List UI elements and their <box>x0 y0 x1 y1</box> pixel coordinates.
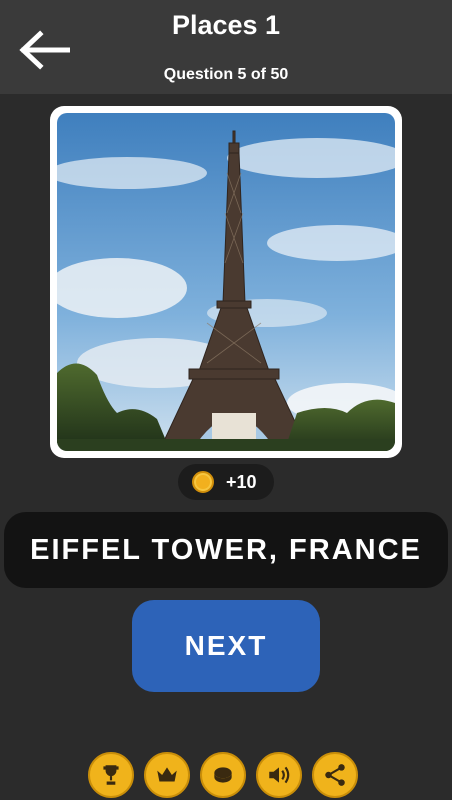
coin-icon <box>214 767 232 783</box>
top-bar: Places 1 Question 5 of 50 <box>0 0 452 94</box>
bottom-toolbar <box>88 752 358 798</box>
sound-icon <box>269 766 290 784</box>
coins-button[interactable] <box>200 752 246 798</box>
reward-amount: +10 <box>226 472 257 492</box>
reward-badge: +10 <box>178 464 274 500</box>
crown-icon <box>157 767 177 782</box>
question-photo-frame <box>50 106 402 458</box>
leaderboard-button[interactable] <box>88 752 134 798</box>
share-button[interactable] <box>312 752 358 798</box>
share-icon <box>325 764 345 786</box>
next-button[interactable]: NEXT <box>132 600 320 692</box>
answer-display: EIFFEL TOWER, FRANCE <box>4 512 448 588</box>
coin-icon <box>192 471 214 493</box>
page-title: Places 1 <box>171 10 281 40</box>
answer-text: EIFFEL TOWER, FRANCE <box>30 533 422 566</box>
eiffel-tower-photo <box>57 113 395 451</box>
trophy-icon <box>103 765 119 785</box>
question-counter: Question 5 of 50 <box>163 66 289 83</box>
achievements-button[interactable] <box>144 752 190 798</box>
sound-button[interactable] <box>256 752 302 798</box>
